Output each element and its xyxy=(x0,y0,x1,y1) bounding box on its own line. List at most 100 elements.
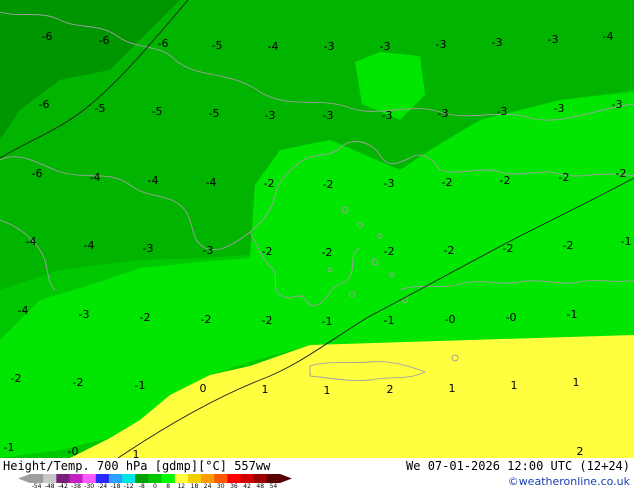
colorbar-segment xyxy=(240,474,255,483)
temperature-label: -2 xyxy=(201,313,212,326)
colorbar-tick-label: 0 xyxy=(153,483,157,490)
weather-map: -6 -6 -6 -5 -4 -3 -3 -3 -3 -3 -4 -6 -5 -5 -5 -3 -3 -3 -3 -3… xyxy=(0,0,634,461)
temperature-label: -4 xyxy=(603,30,614,43)
colorbar-tick-label: -8 xyxy=(138,483,145,490)
colorbar-tick-label: 8 xyxy=(166,483,171,490)
temperature-label: -5 xyxy=(212,39,223,52)
temperature-label: -3 xyxy=(382,109,393,122)
colorbar-tick-label: 24 xyxy=(203,483,212,490)
colorbar-segment xyxy=(253,474,268,483)
map-footer: Height/Temp. 700 hPa [gdmp][°C] 557ww We… xyxy=(0,458,634,490)
temperature-label: -3 xyxy=(143,242,154,255)
temperature-label: -3 xyxy=(203,244,214,257)
temperature-label: -2 xyxy=(563,239,574,252)
temperature-label: -3 xyxy=(380,40,391,53)
temperature-label: -0 xyxy=(506,311,517,324)
temperature-fields xyxy=(0,0,634,458)
temperature-label: -6 xyxy=(32,167,43,180)
map-canvas: -6 -6 -6 -5 -4 -3 -3 -3 -3 -3 -4 -6 -5 -5 -5 -3 -3 -3 -3 -3… xyxy=(0,0,634,461)
credit-link[interactable]: ©weatheronline.co.uk xyxy=(508,475,630,489)
temperature-label: -1 xyxy=(384,314,395,327)
colorbar-segment xyxy=(201,474,215,483)
colorbar-segment xyxy=(266,474,281,483)
colorbar-segment xyxy=(148,474,163,483)
colorbar-segment xyxy=(161,474,176,483)
colorbar-segment xyxy=(227,474,242,483)
temperature-label: -2 xyxy=(503,242,514,255)
temperature-label: -4 xyxy=(84,239,95,252)
colorbar-segment xyxy=(108,474,123,483)
temperature-label: -3 xyxy=(492,36,503,49)
temperature-label: -1 xyxy=(135,379,146,392)
temperature-label: 2 xyxy=(387,383,394,396)
temperature-label: -2 xyxy=(384,245,395,258)
colorbar-segment xyxy=(122,474,136,483)
temperature-label: -2 xyxy=(500,174,511,187)
colorbar-segment xyxy=(69,474,84,483)
temperature-label: -2 xyxy=(322,246,333,259)
colorbar-tick-label: -48 xyxy=(44,483,55,490)
temperature-label: -1 xyxy=(567,308,578,321)
temperature-label: -6 xyxy=(99,34,110,47)
temperature-label: -2 xyxy=(262,314,273,327)
temperature-label: -4 xyxy=(206,176,217,189)
temperature-label: -3 xyxy=(384,177,395,190)
temperature-label: -4 xyxy=(26,235,37,248)
temperature-label: -0 xyxy=(68,445,79,458)
temperature-label: -3 xyxy=(497,105,508,118)
temperature-label: -3 xyxy=(79,308,90,321)
temperature-label: -2 xyxy=(11,372,22,385)
temperature-label: -1 xyxy=(322,315,333,328)
temperature-label: -3 xyxy=(265,109,276,122)
colorbar-tick-label: -54 xyxy=(31,483,42,490)
colorbar-tick-label: 30 xyxy=(216,483,225,490)
colorbar-tick-label: 42 xyxy=(243,483,251,490)
temperature-label: 1 xyxy=(573,376,580,389)
temperature-label: -3 xyxy=(612,98,623,111)
colorbar-segment xyxy=(30,474,44,483)
temperature-label: -2 xyxy=(140,311,151,324)
temperature-label: 0 xyxy=(200,382,207,395)
temperature-label: 1 xyxy=(511,379,518,392)
temperature-label: -2 xyxy=(323,178,334,191)
colorbar-tick-label: -12 xyxy=(123,483,134,490)
temperature-label: -3 xyxy=(438,107,449,120)
temperature-label: 1 xyxy=(449,382,456,395)
colorbar-tick-label: -18 xyxy=(110,483,121,490)
temperature-label: -1 xyxy=(4,441,15,454)
temperature-label: -5 xyxy=(209,107,220,120)
colorbar-tick-label: 54 xyxy=(269,483,278,490)
colorbar-arrow-left xyxy=(18,474,30,483)
temperature-label: -4 xyxy=(18,304,29,317)
colorbar-tick-label: -30 xyxy=(84,483,95,490)
colorbar-segment xyxy=(174,474,189,483)
temperature-label: 1 xyxy=(262,383,269,396)
temperature-label: -4 xyxy=(148,174,159,187)
colorbar-tick-label: 18 xyxy=(190,483,199,490)
temperature-label: -6 xyxy=(42,30,53,43)
colorbar-tick-label: 12 xyxy=(177,483,186,490)
temperature-label: -2 xyxy=(262,245,273,258)
colorbar-segment xyxy=(214,474,228,483)
temperature-label: 2 xyxy=(577,445,584,458)
colorbar-tick-label: -42 xyxy=(57,483,68,490)
temperature-label: -2 xyxy=(616,167,627,180)
colorbar-tick-label: -24 xyxy=(97,483,108,490)
temperature-label: -0 xyxy=(445,313,456,326)
colorbar-segment xyxy=(135,474,149,483)
temperature-label: -5 xyxy=(95,102,106,115)
colorbar-tick-label: -38 xyxy=(71,483,81,490)
valid-time: We 07-01-2026 12:00 UTC (12+24) xyxy=(406,459,630,473)
temperature-label: -6 xyxy=(39,98,50,111)
colorbar-tick-label: 48 xyxy=(256,483,265,490)
temperature-label: -4 xyxy=(90,171,101,184)
temperature-label: -2 xyxy=(559,171,570,184)
colorbar-segment xyxy=(187,474,202,483)
temperature-label: -2 xyxy=(442,176,453,189)
colorbar-segment xyxy=(43,474,57,483)
temperature-label: -2 xyxy=(264,177,275,190)
colorbar-segment xyxy=(95,474,110,483)
temperature-label: -1 xyxy=(621,235,632,248)
temperature-label: -3 xyxy=(436,38,447,51)
temperature-label: -3 xyxy=(323,109,334,122)
